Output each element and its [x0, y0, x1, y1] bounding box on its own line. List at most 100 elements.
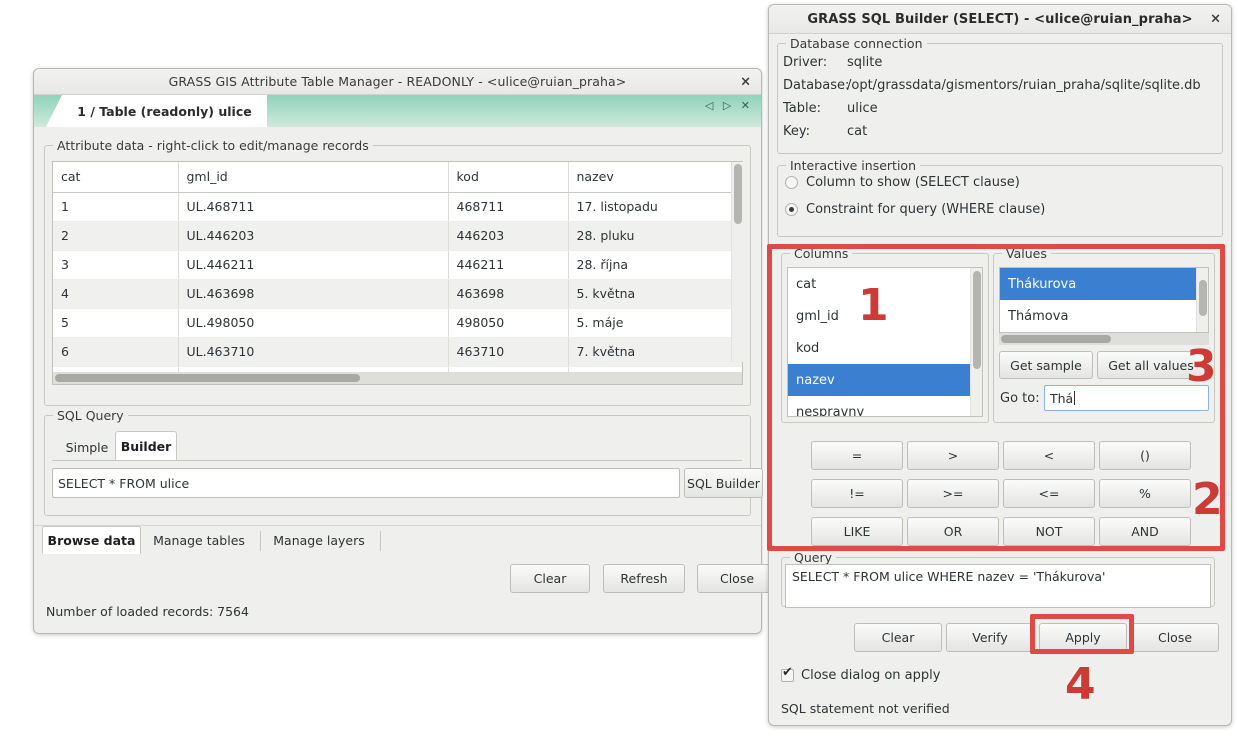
table-row[interactable]: 5 UL.498050 498050 5. máje [53, 308, 742, 338]
cell-gml-id: UL.468711 [178, 192, 449, 222]
cell-nazev: 5. května [568, 279, 742, 309]
goto-input[interactable]: Thá [1044, 385, 1209, 411]
operator-label: LIKE [843, 524, 871, 539]
get-all-values-button[interactable]: Get all values [1097, 351, 1205, 379]
tab-table-readonly-ulice[interactable]: 1 / Table (readonly) ulice [46, 95, 267, 127]
operator-label: = [851, 448, 863, 463]
radio-icon[interactable] [785, 176, 798, 189]
operator-button-not-equals[interactable]: != [811, 479, 903, 508]
tab-nav-controls[interactable]: ◁ ▷ ✕ [705, 99, 753, 112]
scrollbar-thumb[interactable] [734, 164, 742, 224]
list-item[interactable]: kod [788, 332, 982, 364]
operator-label: % [1139, 486, 1151, 501]
table-row[interactable]: 4 UL.463698 463698 5. května [53, 279, 742, 309]
tab-separator [260, 531, 261, 551]
scrollbar-thumb[interactable] [973, 271, 981, 369]
sql-query-value: SELECT * FROM ulice [58, 475, 190, 491]
column-header[interactable]: gml_id [178, 162, 449, 193]
list-item-label: kod [796, 340, 820, 356]
apply-button-label: Apply [1065, 630, 1101, 645]
table-value: ulice [847, 101, 878, 116]
table-row[interactable]: 3 UL.446211 446211 28. října [53, 250, 742, 280]
operator-label: > [947, 448, 959, 463]
radio-constraint-for-query[interactable]: Constraint for query (WHERE clause) [785, 202, 1045, 217]
table-row[interactable]: 6 UL.463710 463710 7. května [53, 337, 742, 367]
radio-column-to-show[interactable]: Column to show (SELECT clause) [785, 175, 1020, 190]
get-sample-button[interactable]: Get sample [999, 351, 1093, 379]
list-item[interactable]: gml_id [788, 300, 982, 332]
tab-browse-data[interactable]: Browse data [42, 526, 141, 554]
operator-button-percent[interactable]: % [1099, 479, 1191, 508]
cell-nazev: 28. pluku [568, 221, 742, 251]
operator-button-greater-than[interactable]: > [907, 441, 999, 470]
clear-button[interactable]: Clear [510, 564, 590, 593]
table-row[interactable]: 1 UL.468711 468711 17. listopadu [53, 192, 742, 222]
list-item[interactable]: nazev [788, 364, 982, 396]
cell-nazev: 5. máje [568, 308, 742, 338]
operator-button-like[interactable]: LIKE [811, 517, 903, 546]
tab-manage-tables[interactable]: Manage tables [144, 527, 254, 554]
tab-separator [380, 531, 381, 551]
table-vertical-scrollbar[interactable] [731, 162, 743, 362]
query-tab-underline [52, 460, 742, 461]
cell-gml-id: UL.463710 [178, 337, 449, 367]
list-item[interactable]: Thákurova [1000, 268, 1208, 300]
scrollbar-thumb[interactable] [1199, 280, 1207, 316]
refresh-button[interactable]: Refresh [603, 564, 685, 593]
radio-icon[interactable] [785, 203, 798, 216]
sql-builder-window: GRASS SQL Builder (SELECT) - <ulice@ruia… [768, 4, 1232, 726]
cell-gml-id: UL.446203 [178, 221, 449, 251]
operator-button-equals[interactable]: = [811, 441, 903, 470]
column-header[interactable]: cat [53, 162, 179, 193]
list-item[interactable]: cat [788, 268, 982, 300]
close-button-label: Close [1157, 630, 1193, 645]
list-item[interactable]: Thámova [1000, 300, 1208, 332]
columns-list[interactable]: cat gml_id kod nazev nespravny [787, 267, 983, 417]
sql-query-group-label: SQL Query [53, 408, 128, 423]
cell-nazev: 7. května [568, 337, 742, 367]
close-icon[interactable]: × [740, 75, 751, 88]
tab-manage-layers[interactable]: Manage layers [264, 527, 374, 554]
close-dialog-on-apply-checkbox[interactable]: Close dialog on apply [781, 666, 940, 683]
sql-builder-button[interactable]: SQL Builder [684, 468, 763, 498]
list-item-label: nespravny [796, 404, 865, 417]
tab-builder[interactable]: Builder [115, 431, 177, 461]
values-list-horizontal-scrollbar[interactable] [999, 333, 1209, 345]
operator-button-less-equals[interactable]: <= [1003, 479, 1095, 508]
database-connection-group: Database connection [777, 36, 1223, 154]
scrollbar-thumb[interactable] [1001, 335, 1111, 343]
refresh-button-label: Refresh [620, 571, 668, 586]
operator-label: () [1140, 448, 1150, 463]
list-item-label: Thámova [1008, 308, 1069, 324]
sql-builder-apply-button[interactable]: Apply [1039, 623, 1127, 652]
operator-button-and[interactable]: AND [1099, 517, 1191, 546]
list-item[interactable]: nespravny [788, 396, 982, 417]
sql-query-input[interactable]: SELECT * FROM ulice [52, 468, 680, 498]
operator-button-or[interactable]: OR [907, 517, 999, 546]
table-value-text: ulice [847, 101, 878, 116]
scrollbar-thumb[interactable] [55, 374, 360, 382]
close-icon[interactable]: × [1210, 13, 1221, 26]
columns-list-scrollbar[interactable] [970, 268, 982, 416]
sql-builder-clear-button[interactable]: Clear [854, 623, 942, 652]
column-header[interactable]: nazev [568, 162, 742, 193]
key-value-text: cat [847, 124, 868, 139]
operator-button-greater-equals[interactable]: >= [907, 479, 999, 508]
cell-cat: 3 [53, 250, 179, 280]
column-header[interactable]: kod [448, 162, 569, 193]
operator-button-not[interactable]: NOT [1003, 517, 1095, 546]
driver-value: sqlite [847, 55, 882, 70]
table-horizontal-scrollbar[interactable] [53, 372, 742, 384]
checkbox-icon[interactable] [781, 666, 794, 682]
operator-button-parentheses[interactable]: () [1099, 441, 1191, 470]
tab-simple[interactable]: Simple [59, 434, 115, 461]
table-row[interactable]: 2 UL.446203 446203 28. pluku [53, 221, 742, 251]
sql-builder-close-button[interactable]: Close [1131, 623, 1219, 652]
sql-builder-verify-button[interactable]: Verify [946, 623, 1034, 652]
operator-button-less-than[interactable]: < [1003, 441, 1095, 470]
query-textarea[interactable]: SELECT * FROM ulice WHERE nazev = 'Tháku… [785, 564, 1211, 608]
close-button[interactable]: Close [697, 564, 777, 593]
values-list-vertical-scrollbar[interactable] [1196, 268, 1208, 332]
values-list[interactable]: Thákurova Thámova [999, 267, 1209, 333]
attribute-data-table-container[interactable]: cat gml_id kod nazev 1 UL.468711 468711 … [52, 161, 743, 385]
